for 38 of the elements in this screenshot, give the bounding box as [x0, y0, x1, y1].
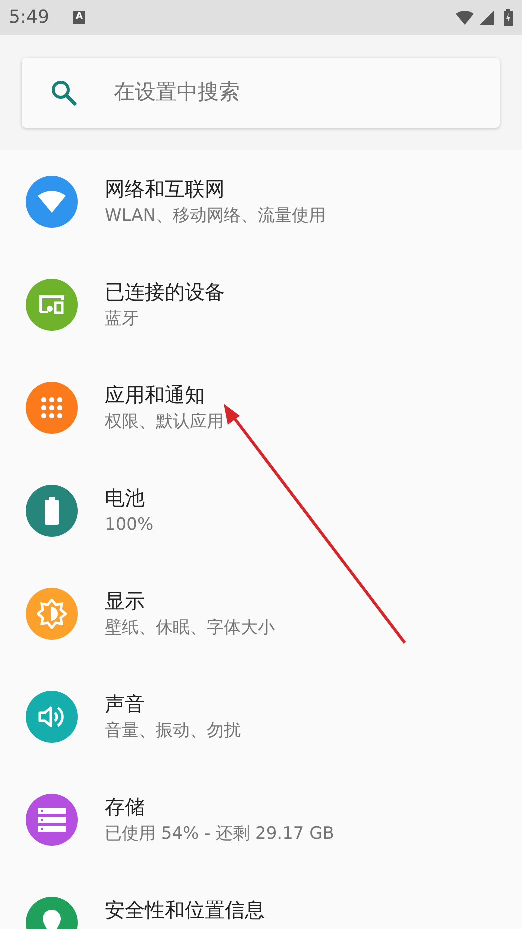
grid-icon: [41, 396, 63, 418]
location-icon: [42, 910, 62, 929]
battery-icon: [44, 496, 60, 524]
item-title: 声音: [105, 690, 146, 718]
item-title: 存储: [105, 794, 146, 820]
status-time: 5:49: [9, 6, 50, 30]
item-subtitle: 蓝牙: [105, 308, 140, 330]
item-subtitle: 100%: [105, 514, 154, 536]
settings-item[interactable]: 声音 音量、振动、勿扰: [0, 665, 522, 768]
item-title: 电池: [105, 484, 146, 512]
settings-item[interactable]: 已连接的设备 蓝牙: [0, 253, 522, 356]
item-title: 应用和通知: [105, 382, 206, 408]
item-title: 显示: [105, 588, 146, 614]
settings-item[interactable]: 存储 已使用 54% - 还剩 29.17 GB: [0, 768, 522, 871]
signal-icon: [480, 10, 494, 24]
item-title: 网络和互联网: [105, 176, 226, 202]
brightness-icon: [37, 598, 67, 628]
wifi-icon: [456, 10, 474, 24]
item-subtitle: WLAN、移动网络、流量使用: [105, 204, 326, 228]
search-icon: [51, 80, 77, 106]
speaker-icon: [38, 704, 66, 728]
settings-item[interactable]: 安全性和位置信息: [0, 871, 522, 929]
settings-item[interactable]: 网络和互联网 WLAN、移动网络、流量使用: [0, 150, 522, 253]
notification-icon: A: [73, 11, 86, 24]
wifi-icon: [37, 190, 67, 214]
item-subtitle: 壁纸、休眠、字体大小: [105, 616, 275, 640]
settings-item[interactable]: 电池 100%: [0, 459, 522, 562]
battery-charging-icon: [504, 9, 513, 26]
settings-item[interactable]: 显示 壁纸、休眠、字体大小: [0, 562, 522, 665]
item-subtitle: 音量、振动、勿扰: [105, 720, 241, 742]
item-subtitle: 已使用 54% - 还剩 29.17 GB: [105, 822, 334, 846]
storage-icon: [38, 808, 66, 832]
settings-item[interactable]: 应用和通知 权限、默认应用: [0, 356, 522, 459]
item-title: 已连接的设备: [105, 278, 225, 306]
devices-icon: [37, 292, 67, 316]
item-title: 安全性和位置信息: [105, 896, 265, 924]
item-subtitle: 权限、默认应用: [105, 410, 224, 434]
search-field[interactable]: 在设置中搜索: [22, 58, 500, 128]
